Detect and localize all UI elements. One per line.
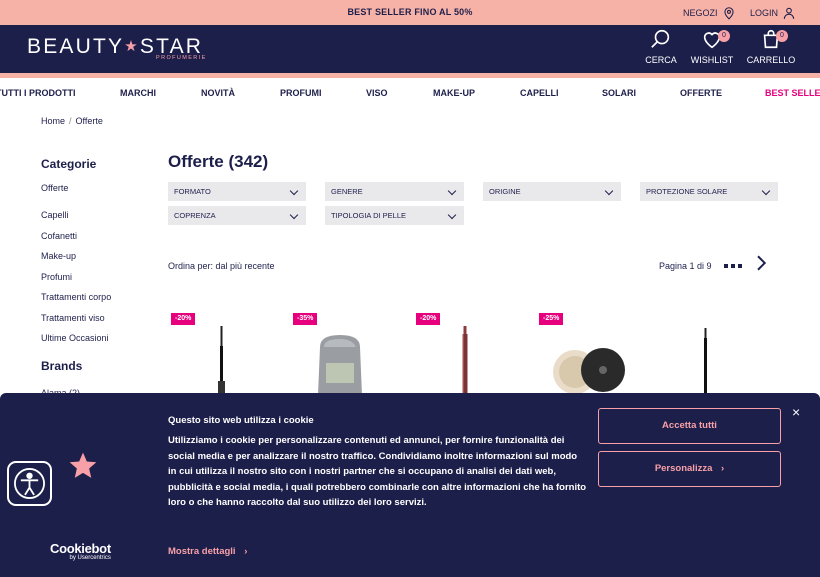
filter-coverage[interactable]: COPRENZA [168, 206, 306, 225]
brands-title: Brands [41, 359, 83, 373]
main-nav: TUTTI I PRODOTTI MARCHI NOVITÀ PROFUMI V… [0, 78, 820, 106]
customize-label: Personalizza [654, 463, 713, 474]
chevron-down-icon [447, 210, 457, 220]
nav-item-all-products[interactable]: TUTTI I PRODOTTI [0, 88, 76, 98]
logo-text-left: BEAUTY [27, 35, 125, 58]
close-icon[interactable]: × [792, 405, 800, 419]
filter-format[interactable]: FORMATO [168, 182, 306, 201]
nav-item-perfumes[interactable]: PROFUMI [280, 88, 322, 98]
login-label: LOGIN [750, 8, 779, 18]
promo-bar: BEST SELLER FINO AL 50% NEGOZI LOGIN [0, 0, 820, 25]
nav-item-offers[interactable]: OFFERTE [680, 88, 722, 98]
sidebar-item-hair[interactable]: Capelli [41, 210, 69, 220]
product-image-mascara[interactable] [699, 328, 713, 396]
categories-title: Categorie [41, 157, 97, 171]
wishlist-count-badge: 0 [718, 30, 730, 42]
filter-sun-protection[interactable]: PROTEZIONE SOLARE [640, 182, 778, 201]
chevron-right-icon: › [721, 463, 725, 474]
sidebar-item-makeup[interactable]: Make-up [41, 251, 76, 261]
breadcrumb-home[interactable]: Home [41, 116, 65, 126]
user-icon [783, 7, 795, 19]
chevron-right-icon[interactable] [752, 254, 770, 272]
filter-label: COPRENZA [174, 211, 216, 220]
chevron-down-icon [761, 186, 771, 196]
login-link[interactable]: LOGIN [750, 6, 796, 20]
chevron-down-icon [289, 186, 299, 196]
cookie-text: Utilizziamo i cookie per personalizzare … [168, 435, 587, 509]
nav-item-makeup[interactable]: MAKE-UP [433, 88, 475, 98]
filter-label: TIPOLOGIA DI PELLE [331, 211, 407, 220]
product-image-loose-powder[interactable] [551, 346, 627, 396]
filter-label: FORMATO [174, 187, 211, 196]
cookiebot-brand: Cookiebot [50, 541, 111, 556]
pagination-more-icon[interactable] [724, 264, 742, 268]
cart-label: CARRELLO [746, 55, 796, 65]
logo-subtitle: PROFUMERIE [156, 55, 207, 61]
discount-badge: -25% [539, 313, 564, 325]
cookie-banner: Questo sito web utilizza i cookie Utiliz… [0, 393, 820, 577]
nav-item-face[interactable]: VISO [366, 88, 388, 98]
filter-label: ORIGINE [489, 187, 521, 196]
sidebar-item-last-chance[interactable]: Ultime Occasioni [41, 333, 109, 343]
cookie-details-link[interactable]: Mostra dettagli › [168, 546, 247, 557]
nav-item-best-seller[interactable]: BEST SELLER [765, 88, 820, 98]
breadcrumb-current: Offerte [75, 116, 103, 126]
search-button[interactable]: CERCA [645, 28, 677, 65]
chevron-right-icon: › [244, 546, 248, 557]
nav-item-sun[interactable]: SOLARI [602, 88, 636, 98]
customize-button[interactable]: Personalizza › [598, 451, 781, 487]
logo-star-icon: ★ [124, 38, 140, 55]
accessibility-icon [14, 468, 45, 499]
discount-badge: -20% [416, 313, 441, 325]
cart-count-badge: 0 [776, 30, 788, 42]
filter-origin[interactable]: ORIGINE [483, 182, 621, 201]
chevron-down-icon [604, 186, 614, 196]
nav-item-brands[interactable]: MARCHI [120, 88, 156, 98]
sort-select[interactable]: Ordina per: dal più recente [168, 261, 275, 271]
accessibility-button[interactable] [7, 461, 52, 506]
breadcrumb: Home / Offerte [41, 116, 103, 126]
pagination-label: Pagina 1 di 9 [659, 261, 712, 271]
cart-button[interactable]: 0 CARRELLO [746, 28, 796, 65]
chevron-down-icon [447, 186, 457, 196]
stores-label: NEGOZI [683, 8, 718, 18]
nav-item-hair[interactable]: CAPELLI [520, 88, 559, 98]
product-image-eyeliner[interactable] [214, 326, 230, 396]
search-label: CERCA [645, 55, 677, 65]
cookie-title: Questo sito web utilizza i cookie [168, 415, 314, 426]
wishlist-label: WISHLIST [690, 55, 734, 65]
chevron-down-icon [289, 210, 299, 220]
sidebar-item-body-care[interactable]: Trattamenti corpo [41, 292, 111, 302]
discount-badge: -35% [293, 313, 318, 325]
cookiebot-logo: Cookiebot by Usercentrics [50, 541, 111, 561]
wishlist-button[interactable]: 0 WISHLIST [690, 28, 734, 65]
product-image-lip-pencil[interactable] [459, 326, 471, 396]
filter-skin-type[interactable]: TIPOLOGIA DI PELLE [325, 206, 464, 225]
accept-all-button[interactable]: Accetta tutti [598, 408, 781, 444]
cookie-details-label: Mostra dettagli [168, 546, 236, 557]
sidebar-item-perfumes[interactable]: Profumi [41, 272, 72, 282]
sidebar-item-gift-sets[interactable]: Cofanetti [41, 231, 77, 241]
location-pin-icon [723, 7, 734, 20]
page-title: Offerte (342) [168, 152, 269, 171]
breadcrumb-separator: / [69, 116, 72, 126]
sidebar-item-face-care[interactable]: Trattamenti viso [41, 313, 105, 323]
stores-link[interactable]: NEGOZI [683, 6, 736, 20]
filter-label: PROTEZIONE SOLARE [646, 187, 728, 196]
site-header: BEAUTY★STAR PROFUMERIE CERCA 0 WISHLIST … [0, 25, 820, 73]
product-image-sun-cream[interactable] [312, 333, 368, 395]
sidebar-item-offers[interactable]: Offerte [41, 183, 68, 193]
filter-label: GENERE [331, 187, 363, 196]
nav-item-new[interactable]: NOVITÀ [201, 88, 235, 98]
filter-gender[interactable]: GENERE [325, 182, 464, 201]
star-icon[interactable] [67, 450, 99, 482]
discount-badge: -20% [171, 313, 196, 325]
search-icon [651, 29, 670, 48]
